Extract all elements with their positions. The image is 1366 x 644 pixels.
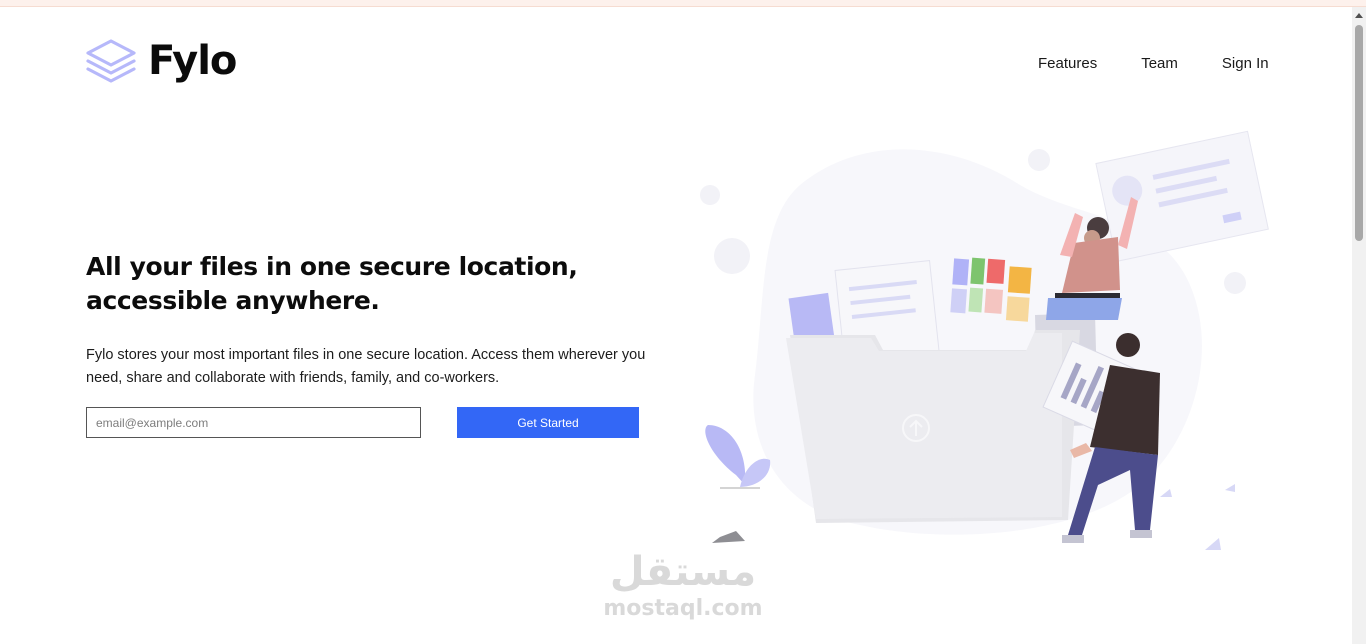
browser-top-strip [0,0,1366,7]
hero-description: Fylo stores your most important files in… [86,347,646,386]
brand-name: Fylo [148,38,237,84]
file-upload-illustration [700,130,1269,550]
stacked-layers-icon [86,39,136,83]
vertical-scrollbar[interactable] [1352,7,1366,644]
nav-link-features[interactable]: Features [1038,55,1097,72]
watermark: مستقل mostaql.com [598,548,768,622]
main-nav: Features Team Sign In [1038,55,1269,72]
nav-link-team[interactable]: Team [1141,55,1178,72]
nav-link-sign-in[interactable]: Sign In [1222,55,1269,72]
hero-title: All your files in one secure location, a… [86,250,646,318]
hero-title-line-1: All your files in one secure location, [86,252,578,281]
get-started-button[interactable]: Get Started [457,407,639,438]
email-input[interactable] [86,407,421,438]
hero-title-line-2: accessible anywhere. [86,286,380,315]
watermark-latin: mostaql.com [603,596,763,621]
scroll-up-arrow-icon[interactable] [1355,13,1363,18]
watermark-arabic: مستقل [609,549,757,595]
site-header: Fylo Features Team Sign In [0,7,1352,117]
scrollbar-thumb[interactable] [1355,25,1363,241]
brand-logo[interactable]: Fylo [86,38,237,84]
